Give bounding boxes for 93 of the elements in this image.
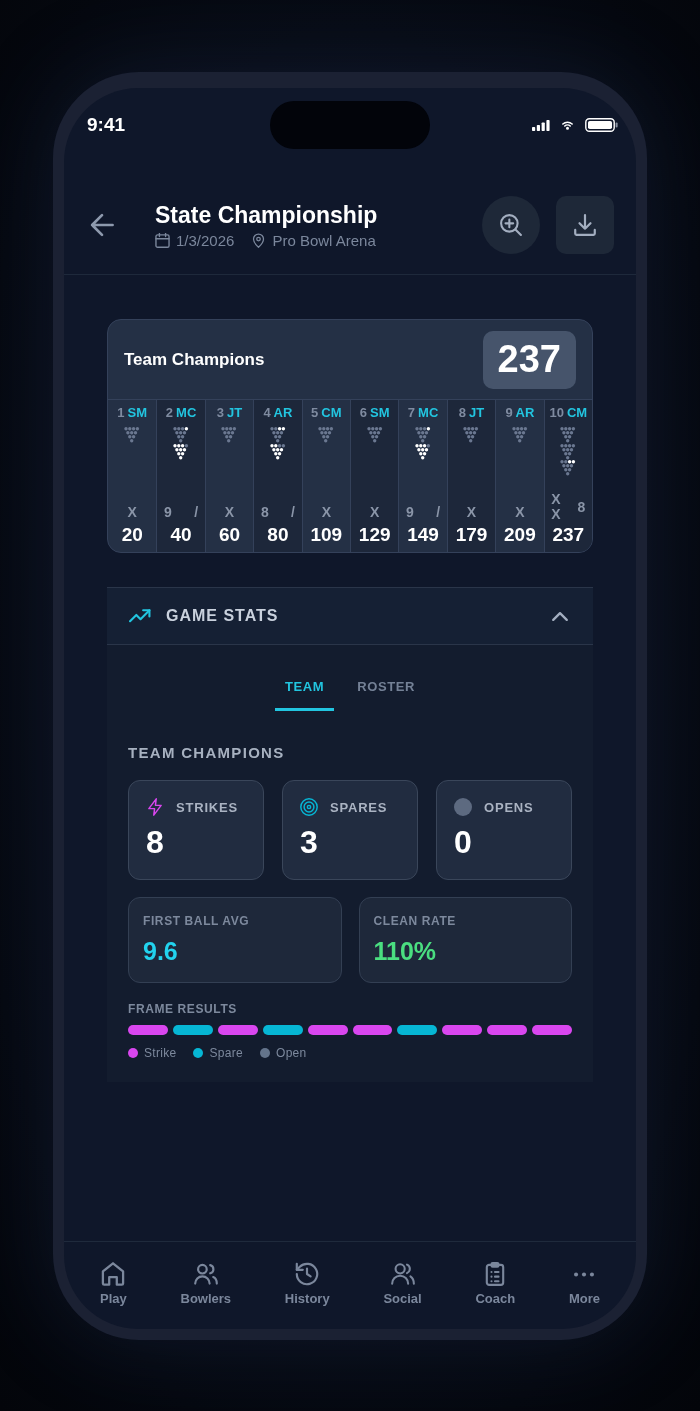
- stat-value: 0: [454, 824, 473, 860]
- metric-label: FIRST BALL AVG: [143, 914, 251, 928]
- game-stats-header[interactable]: GAME STATS: [107, 587, 593, 645]
- frame-score: 237: [552, 524, 585, 546]
- nav-item[interactable]: Coach: [475, 1262, 516, 1306]
- history-icon: [295, 1262, 320, 1286]
- bowler-initials: JT: [469, 405, 485, 421]
- venue-name: Pro Bowl Arena: [272, 231, 376, 250]
- roll-result: /: [194, 503, 199, 521]
- battery-icon: [585, 118, 618, 132]
- frame-number: 3: [216, 405, 224, 421]
- total-score: 237: [482, 330, 576, 389]
- bowler-initials: AR: [515, 405, 535, 421]
- bowler-initials: MC: [418, 405, 439, 421]
- frame-number: 10: [549, 405, 564, 421]
- nav-item[interactable]: Play: [100, 1262, 127, 1306]
- roll-result: X: [370, 503, 380, 521]
- home-icon: [101, 1262, 126, 1286]
- stat-value: 8: [146, 824, 165, 860]
- metric-value: 9.6: [143, 936, 179, 966]
- frame-number: 4: [263, 405, 271, 421]
- frame-number: 2: [165, 405, 174, 421]
- bowler-initials: MC: [176, 405, 197, 421]
- bowler-initials: CM: [321, 405, 342, 421]
- frame-score: 149: [407, 524, 439, 546]
- users-icon: [193, 1262, 218, 1286]
- frame-score: 20: [121, 524, 143, 546]
- circle-icon: [454, 798, 472, 816]
- bowler-initials: AR: [273, 405, 293, 421]
- legend-label: Open: [276, 1046, 307, 1060]
- stat-label: STRIKES: [176, 799, 238, 815]
- bowler-initials: SM: [370, 405, 390, 421]
- roll-result: /: [291, 503, 295, 521]
- stat-label: OPENS: [484, 799, 534, 815]
- legend-label: Strike: [144, 1046, 177, 1060]
- lightning-icon: [146, 798, 164, 816]
- tab[interactable]: ROSTER: [347, 679, 425, 711]
- bowler-initials: CM: [566, 405, 588, 421]
- roll-result: X: [224, 503, 235, 521]
- frame-results-title: FRAME RESULTS: [128, 1002, 238, 1016]
- bowler-initials: JT: [227, 405, 243, 421]
- metric-value: 110%: [373, 936, 438, 966]
- chevron-icon: [552, 611, 568, 621]
- metric-label: CLEAN RATE: [373, 914, 457, 928]
- roll-result: X: [515, 503, 525, 521]
- roll-result: X: [321, 503, 331, 521]
- roll-result: X: [551, 507, 561, 522]
- location-pin-icon: [251, 233, 267, 248]
- bowler-initials: SM: [127, 405, 148, 421]
- roll-result: X: [466, 503, 477, 521]
- frame-number: 5: [311, 405, 319, 421]
- stat-value: 3: [300, 824, 319, 860]
- section-title: TEAM CHAMPIONS: [128, 744, 286, 761]
- roll-result: 8: [577, 498, 586, 516]
- frame-score: 129: [358, 524, 391, 546]
- roll-result: 9: [164, 503, 172, 521]
- nav-item[interactable]: History: [284, 1262, 330, 1306]
- frame-number: 7: [407, 405, 416, 421]
- zoom-in-icon: [500, 214, 522, 236]
- download-icon: [574, 214, 596, 236]
- users-icon: [390, 1262, 415, 1286]
- roll-result: X: [127, 503, 137, 521]
- frame-number: 9: [505, 405, 513, 421]
- roll-result: X: [551, 492, 561, 507]
- roll-result: 8: [260, 503, 269, 521]
- calendar-icon: [155, 233, 170, 248]
- nav-item[interactable]: Bowlers: [180, 1262, 232, 1306]
- frame-score: 40: [170, 524, 192, 546]
- download-button[interactable]: [556, 196, 614, 254]
- tab[interactable]: TEAM: [275, 679, 335, 711]
- target-icon: [300, 798, 318, 816]
- frame-score: 209: [504, 524, 536, 546]
- frame-number: 6: [359, 405, 368, 421]
- frame-score: 179: [455, 524, 488, 546]
- team-name: Team Champions: [124, 349, 265, 370]
- frame-score: 80: [267, 524, 289, 546]
- wifi-icon: [562, 120, 573, 130]
- legend-label: Spare: [209, 1046, 243, 1060]
- status-time: 9:41: [87, 114, 127, 136]
- frame-number: 8: [458, 405, 466, 421]
- more-icon: [574, 1271, 595, 1277]
- nav-item[interactable]: More: [568, 1262, 600, 1306]
- nav-item[interactable]: Social: [383, 1262, 422, 1306]
- page-title: State Championship: [155, 200, 379, 229]
- back-arrow-icon[interactable]: [90, 213, 114, 237]
- roll-result: /: [436, 503, 441, 521]
- frame-score: 60: [218, 524, 241, 546]
- signal-icon: [532, 119, 550, 131]
- roll-result: 9: [406, 503, 414, 521]
- frame-score: 109: [310, 524, 343, 546]
- frame-number: 1: [117, 405, 125, 421]
- event-date: 1/3/2026: [176, 231, 235, 250]
- stat-label: SPARES: [330, 799, 388, 815]
